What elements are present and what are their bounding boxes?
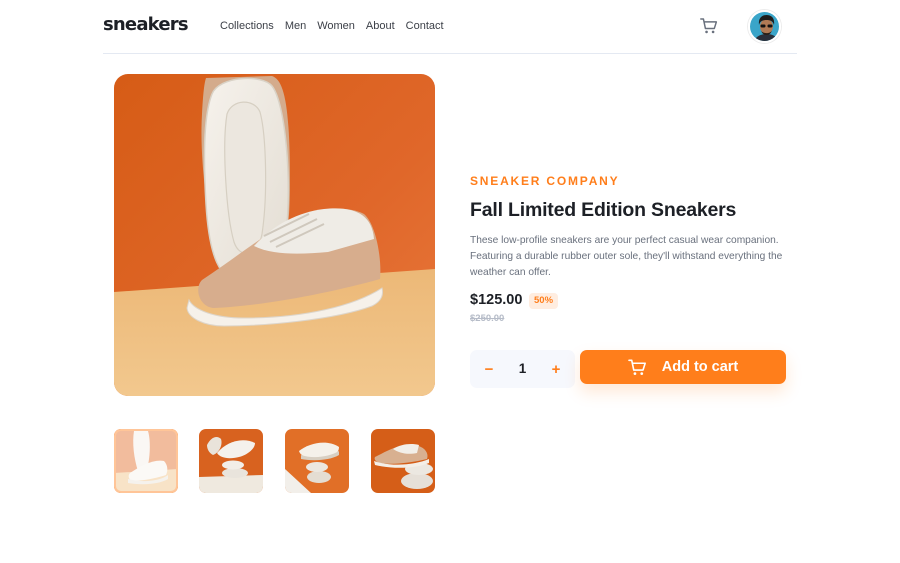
nav-link-men[interactable]: Men bbox=[285, 20, 306, 32]
thumbnail-1[interactable] bbox=[114, 429, 178, 493]
add-to-cart-label: Add to cart bbox=[661, 359, 739, 375]
thumbnail-2[interactable] bbox=[199, 429, 263, 493]
cart-icon bbox=[627, 358, 646, 375]
cart-icon[interactable] bbox=[700, 17, 718, 35]
main-product-image[interactable] bbox=[114, 74, 435, 396]
site-header: sneakers Collections Men Women About Con… bbox=[103, 0, 797, 54]
nav-link-collections[interactable]: Collections bbox=[220, 20, 274, 32]
quantity-value: 1 bbox=[518, 361, 527, 376]
quantity-stepper: − 1 + bbox=[470, 350, 575, 388]
original-price: $250.00 bbox=[470, 313, 505, 324]
decrease-quantity-button[interactable]: − bbox=[472, 350, 506, 388]
product-description: These low-profile sneakers are your perf… bbox=[470, 235, 783, 278]
current-price: $125.00 bbox=[470, 292, 523, 308]
site-logo[interactable]: sneakers bbox=[103, 14, 189, 35]
company-name: SNEAKER COMPANY bbox=[470, 174, 620, 188]
increase-quantity-button[interactable]: + bbox=[539, 350, 573, 388]
add-to-cart-button[interactable]: Add to cart bbox=[580, 350, 786, 384]
product-title: Fall Limited Edition Sneakers bbox=[470, 199, 737, 221]
thumbnail-3[interactable] bbox=[285, 429, 349, 493]
thumbnail-4[interactable] bbox=[371, 429, 435, 493]
thumbnail-gallery bbox=[114, 429, 435, 493]
main-nav: Collections Men Women About Contact bbox=[220, 20, 455, 32]
nav-link-about[interactable]: About bbox=[366, 20, 395, 32]
nav-link-contact[interactable]: Contact bbox=[406, 20, 444, 32]
user-avatar[interactable] bbox=[748, 10, 781, 43]
discount-badge: 50% bbox=[529, 293, 559, 309]
nav-link-women[interactable]: Women bbox=[317, 20, 355, 32]
